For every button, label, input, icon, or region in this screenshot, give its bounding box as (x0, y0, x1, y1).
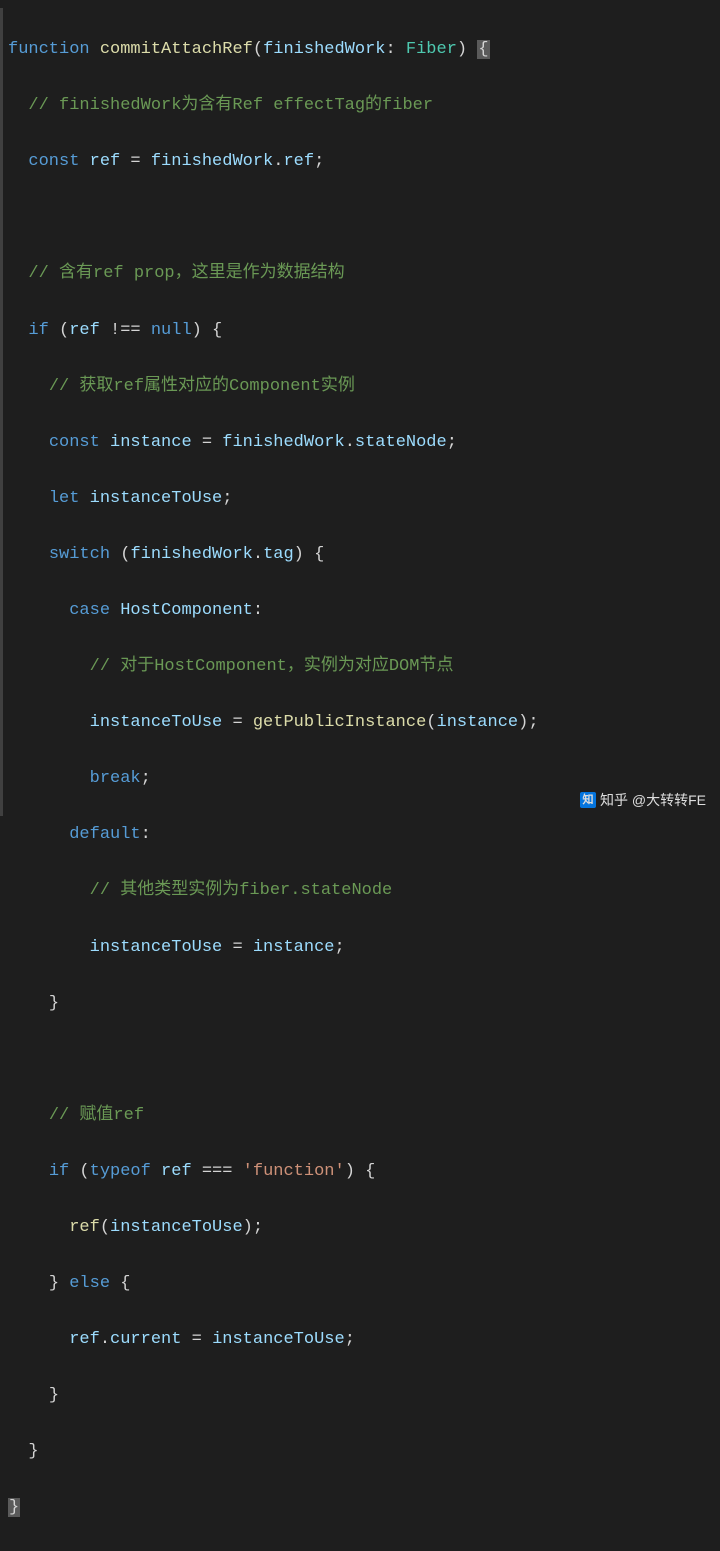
code-line: } (6, 1438, 714, 1466)
code-line: case HostComponent: (6, 597, 714, 625)
code-line: ref(instanceToUse); (6, 1214, 714, 1242)
code-line: default: (6, 821, 714, 849)
code-line: } (6, 990, 714, 1018)
code-line: // 含有ref prop，这里是作为数据结构 (6, 260, 714, 288)
code-line: if (ref !== null) { (6, 317, 714, 345)
code-line: // 获取ref属性对应的Component实例 (6, 373, 714, 401)
code-line: if (typeof ref === 'function') { (6, 1158, 714, 1186)
code-line: ref.current = instanceToUse; (6, 1326, 714, 1354)
code-line: const ref = finishedWork.ref; (6, 148, 714, 176)
zhihu-icon: 知 (580, 792, 596, 808)
code-line: // 其他类型实例为fiber.stateNode (6, 877, 714, 905)
code-line: instanceToUse = instance; (6, 934, 714, 962)
code-line: } (6, 1494, 714, 1522)
code-line: instanceToUse = getPublicInstance(instan… (6, 709, 714, 737)
code-line: const instance = finishedWork.stateNode; (6, 429, 714, 457)
code-line: } else { (6, 1270, 714, 1298)
code-line: let instanceToUse; (6, 485, 714, 513)
code-line (6, 204, 714, 232)
code-line: } (6, 1382, 714, 1410)
close-brace-highlight: } (8, 1498, 20, 1517)
code-line: // 赋值ref (6, 1102, 714, 1130)
code-line (6, 1046, 714, 1074)
watermark-text: 知乎 @大转转FE (600, 789, 706, 812)
code-line: // finishedWork为含有Ref effectTag的fiber (6, 92, 714, 120)
code-line: switch (finishedWork.tag) { (6, 541, 714, 569)
watermark: 知 知乎 @大转转FE (580, 789, 706, 812)
open-brace-highlight: { (477, 40, 489, 59)
code-line: // 对于HostComponent，实例为对应DOM节点 (6, 653, 714, 681)
code-line: function commitAttachRef(finishedWork: F… (6, 36, 714, 64)
editor-gutter (0, 8, 3, 816)
code-block: function commitAttachRef(finishedWork: F… (6, 8, 714, 1551)
